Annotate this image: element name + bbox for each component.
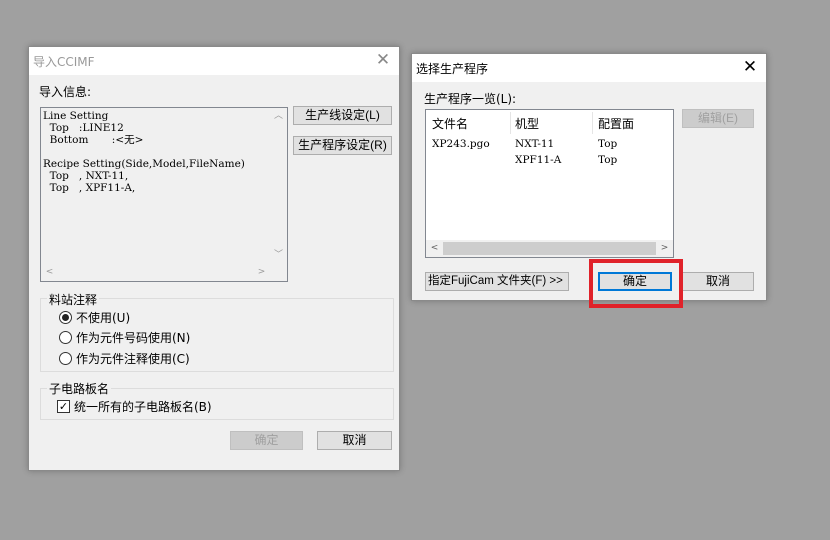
radio-unselected-icon bbox=[59, 331, 72, 344]
scroll-left-icon[interactable]: < bbox=[41, 264, 58, 281]
import-ccimf-dialog: 导入CCIMF ✕ 导入信息: Line Setting Top :LINE12… bbox=[28, 46, 400, 471]
radio-not-use-label: 不使用(U) bbox=[76, 311, 131, 325]
radio-as-part-comment-label: 作为元件注释使用(C) bbox=[76, 352, 190, 366]
left-dialog-titlebar[interactable]: 导入CCIMF ✕ bbox=[29, 47, 399, 75]
radio-as-part-comment[interactable]: 作为元件注释使用(C) bbox=[59, 351, 190, 367]
recipe-setting-button[interactable]: 生产程序设定(R) bbox=[293, 136, 392, 155]
info-line: Recipe Setting(Side,Model,FileName) bbox=[43, 158, 245, 170]
info-line: Top , XPF11-A, bbox=[43, 182, 136, 194]
table-row[interactable]: XPF11-A Top bbox=[426, 152, 656, 168]
right-dialog-titlebar[interactable]: 选择生产程序 ✕ bbox=[412, 54, 766, 82]
radio-as-part-number-label: 作为元件号码使用(N) bbox=[76, 331, 191, 345]
recipe-list-label: 生产程序一览(L): bbox=[424, 92, 517, 106]
radio-as-part-number[interactable]: 作为元件号码使用(N) bbox=[59, 330, 190, 346]
table-row[interactable]: XP243.pgo NXT-11 Top bbox=[426, 136, 656, 152]
left-ok-button[interactable]: 确定 bbox=[230, 431, 303, 450]
recipe-list[interactable]: 文件名 机型 配置面 XP243.pgo NXT-11 Top XPF11-A … bbox=[425, 109, 674, 258]
line-setting-button[interactable]: 生产线设定(L) bbox=[293, 106, 392, 125]
column-header-side[interactable]: 配置面 bbox=[598, 115, 634, 132]
scroll-thumb[interactable] bbox=[443, 242, 656, 255]
import-info-label: 导入信息: bbox=[39, 85, 92, 99]
scroll-right-icon[interactable]: > bbox=[656, 240, 673, 257]
radio-selected-icon bbox=[59, 311, 72, 324]
scroll-left-icon[interactable]: < bbox=[426, 240, 443, 257]
vertical-scrollbar[interactable]: ︿ ﹀ bbox=[270, 108, 287, 264]
column-divider bbox=[592, 112, 593, 134]
right-cancel-button[interactable]: 取消 bbox=[682, 272, 754, 291]
column-divider bbox=[510, 112, 511, 134]
scrollbar-corner bbox=[270, 264, 287, 281]
column-header-file[interactable]: 文件名 bbox=[432, 115, 468, 132]
info-line: Top :LINE12 bbox=[43, 122, 124, 134]
feeder-comment-group-label: 料站注释 bbox=[47, 291, 100, 308]
left-cancel-button[interactable]: 取消 bbox=[317, 431, 392, 450]
scroll-up-icon[interactable]: ︿ bbox=[270, 108, 287, 125]
import-info-text: Line Setting Top :LINE12 Bottom :<无> Rec… bbox=[43, 110, 245, 194]
row-file: XP243.pgo bbox=[432, 138, 490, 150]
row-side: Top bbox=[598, 138, 618, 150]
scroll-right-icon[interactable]: > bbox=[253, 264, 270, 281]
info-line: Bottom :<无> bbox=[43, 134, 144, 146]
info-line: Top , NXT-11, bbox=[43, 170, 129, 182]
row-model: XPF11-A bbox=[515, 154, 562, 166]
radio-not-use[interactable]: 不使用(U) bbox=[59, 310, 130, 326]
horizontal-scrollbar[interactable]: < > bbox=[41, 264, 270, 281]
horizontal-scrollbar[interactable]: < > bbox=[426, 240, 673, 257]
specify-fujicam-folder-button[interactable]: 指定FujiCam 文件夹(F) >> bbox=[425, 272, 569, 291]
edit-button[interactable]: 编辑(E) bbox=[682, 109, 754, 128]
left-dialog-title: 导入CCIMF bbox=[33, 55, 95, 69]
radio-unselected-icon bbox=[59, 352, 72, 365]
unify-subboard-label: 统一所有的子电路板名(B) bbox=[74, 400, 212, 414]
highlight-box bbox=[589, 259, 683, 308]
row-model: NXT-11 bbox=[515, 138, 555, 150]
right-dialog-title: 选择生产程序 bbox=[416, 62, 489, 76]
import-info-textbox[interactable]: Line Setting Top :LINE12 Bottom :<无> Rec… bbox=[40, 107, 288, 282]
scroll-down-icon[interactable]: ﹀ bbox=[270, 247, 287, 264]
unify-subboard-checkbox[interactable]: ✓ 统一所有的子电路板名(B) bbox=[57, 399, 212, 415]
close-icon[interactable]: ✕ bbox=[373, 50, 393, 70]
checkbox-checked-icon: ✓ bbox=[57, 400, 70, 413]
column-header-model[interactable]: 机型 bbox=[515, 115, 539, 132]
close-icon[interactable]: ✕ bbox=[740, 57, 760, 77]
subboard-name-group-label: 子电路板名 bbox=[47, 380, 112, 397]
info-line: Line Setting bbox=[43, 110, 109, 122]
row-side: Top bbox=[598, 154, 618, 166]
info-line bbox=[43, 146, 245, 158]
